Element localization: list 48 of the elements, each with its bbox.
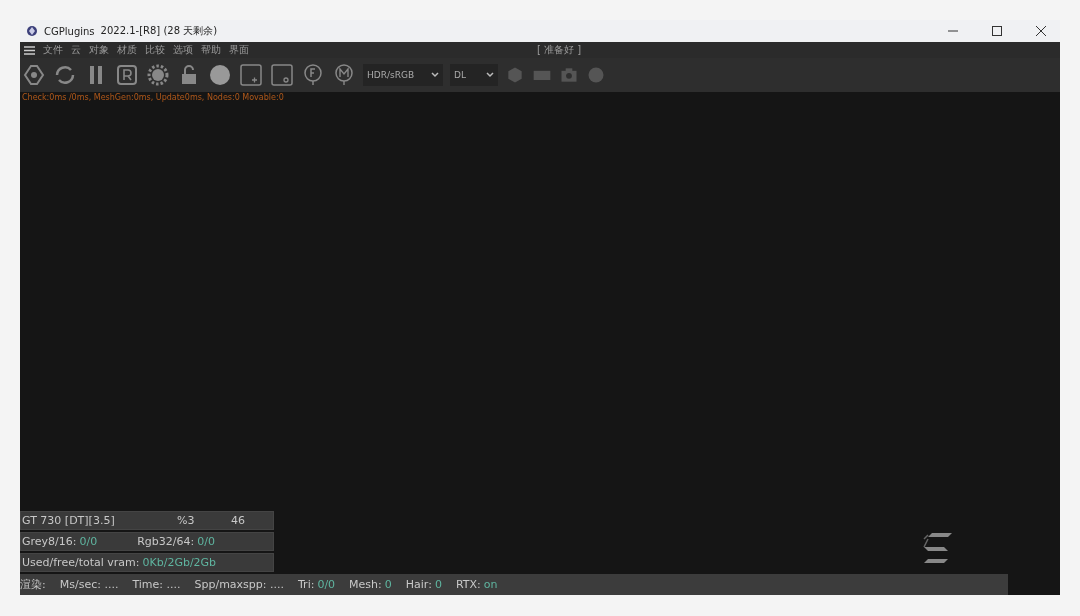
gear-icon[interactable] [146, 63, 170, 87]
menu-item[interactable]: 界面 [229, 43, 249, 57]
f-pin-icon[interactable] [301, 63, 325, 87]
maximize-icon [992, 26, 1002, 36]
status-value: 0 [384, 578, 392, 591]
sphere-icon[interactable] [208, 63, 232, 87]
status-label: 渲染: [20, 577, 46, 592]
square-plus-icon[interactable] [239, 63, 263, 87]
m-pin-icon[interactable] [332, 63, 356, 87]
status-value: on [483, 578, 498, 591]
status-message: [ 准备好 ] [537, 43, 582, 57]
device-info-text: %3 [177, 514, 196, 527]
status-label: Mesh: [349, 578, 382, 591]
r-square-icon[interactable] [115, 63, 139, 87]
info-value: 0/0 [79, 535, 98, 548]
menu-item[interactable]: 选项 [173, 43, 193, 57]
info-label: Rgb32/64: [137, 535, 195, 548]
status-value: 0 [434, 578, 442, 591]
status-value: 0/0 [317, 578, 336, 591]
aperture-icon[interactable] [22, 63, 46, 87]
menu-item[interactable]: 比较 [145, 43, 165, 57]
dropdown[interactable]: DL [450, 64, 498, 86]
device-info-text: 46 [231, 514, 246, 527]
dropdown[interactable]: HDR/sRGB [363, 64, 443, 86]
window-title: CGPlugins [44, 25, 95, 37]
menu-item[interactable]: 文件 [43, 43, 63, 57]
menu-item[interactable]: 帮助 [201, 43, 221, 57]
close-icon [1036, 26, 1046, 36]
menu-item[interactable]: 云 [71, 43, 81, 57]
status-label: Tri: [298, 578, 315, 591]
status-label: Time: .... [132, 578, 181, 591]
info-label: Grey8/16: [22, 535, 77, 548]
menu-item[interactable]: 材质 [117, 43, 137, 57]
info-label: Used/free/total vram: [22, 556, 140, 569]
refresh-icon[interactable] [53, 63, 77, 87]
app-logo-icon [26, 25, 38, 37]
caret-icon [431, 72, 439, 78]
status-label: Spp/maxspp: .... [194, 578, 284, 591]
caret-icon [486, 72, 494, 78]
menu-icon[interactable] [24, 45, 35, 55]
status-label: Ms/sec: .... [59, 578, 119, 591]
info-value: 0/0 [197, 535, 215, 548]
status-label: Hair: [405, 578, 432, 591]
status-label: RTX: [455, 578, 481, 591]
info-value: 0Kb/2Gb/2Gb [142, 556, 217, 569]
menu-item[interactable]: 对象 [89, 43, 109, 57]
window-version: 2022.1-[R8] (28 天剩余) [100, 24, 218, 38]
device-info-text: GT 730 [DT][3.5] [22, 514, 116, 527]
